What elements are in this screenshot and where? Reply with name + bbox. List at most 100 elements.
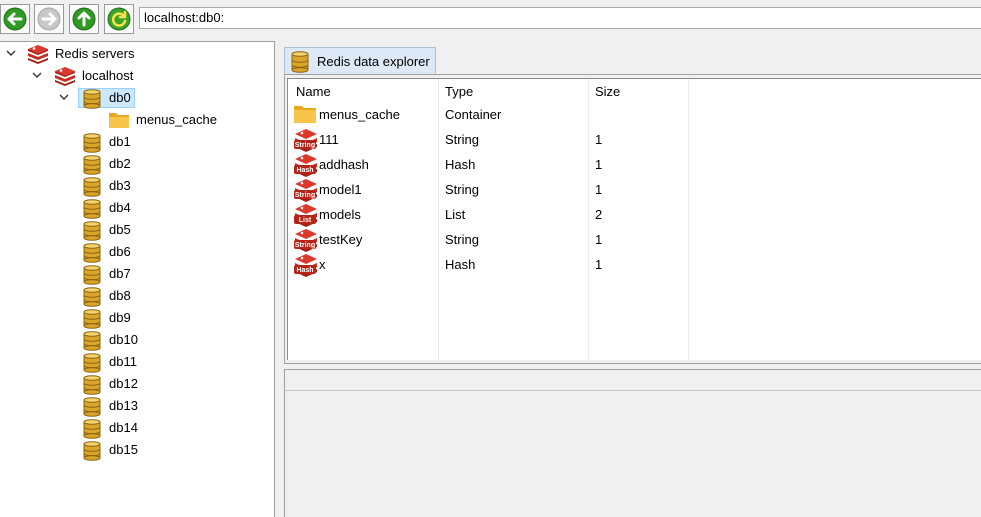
tree-node-db10[interactable]: db10	[0, 330, 270, 351]
database-icon	[83, 265, 101, 285]
tree-node-label: db8	[109, 288, 131, 303]
key-size: 1	[595, 232, 603, 247]
tree-node-db7[interactable]: db7	[0, 264, 270, 285]
tree-node-db6[interactable]: db6	[0, 242, 270, 263]
database-icon	[83, 199, 101, 219]
key-size: 1	[595, 257, 603, 272]
column-header-size[interactable]: Size	[595, 84, 620, 99]
server-tree[interactable]: Redis servers localhost db0 menus_cache …	[0, 41, 275, 517]
table-row[interactable]: String 111 String 1	[288, 128, 981, 153]
key-name: addhash	[319, 157, 369, 172]
redis-hash-icon: Hash	[294, 254, 317, 277]
folder-icon	[294, 106, 316, 123]
type-badge: Hash	[296, 267, 313, 274]
key-type: Hash	[445, 157, 476, 172]
refresh-icon	[107, 7, 131, 31]
database-icon	[83, 353, 101, 373]
database-icon	[83, 287, 101, 307]
refresh-button[interactable]	[104, 4, 134, 34]
database-icon	[291, 51, 309, 73]
back-button[interactable]	[0, 4, 30, 34]
tree-node-label: db9	[109, 310, 131, 325]
table-row[interactable]: Hash x Hash 1	[288, 253, 981, 278]
chevron-down-icon[interactable]	[6, 48, 16, 58]
tree-node-db2[interactable]: db2	[0, 154, 270, 175]
tree-node-db4[interactable]: db4	[0, 198, 270, 219]
toolbar: localhost:db0:	[0, 0, 981, 37]
key-type: String	[445, 182, 479, 197]
back-arrow-icon	[3, 7, 27, 31]
tree-node-redis-servers[interactable]: Redis servers	[0, 44, 270, 64]
tree-node-label: db0	[109, 90, 131, 105]
key-name: 111	[319, 132, 339, 147]
tree-node-db11[interactable]: db11	[0, 352, 270, 373]
table-row[interactable]: String testKey String 1	[288, 228, 981, 253]
key-name: menus_cache	[319, 107, 400, 122]
table-row[interactable]: String model1 String 1	[288, 178, 981, 203]
redis-icon	[28, 45, 48, 64]
detail-panel	[284, 369, 981, 517]
tree-node-db15[interactable]: db15	[0, 440, 270, 461]
forward-button[interactable]	[34, 4, 64, 34]
table-row[interactable]: Hash addhash Hash 1	[288, 153, 981, 178]
database-icon	[83, 89, 101, 109]
tree-node-localhost[interactable]: localhost	[0, 66, 270, 86]
table-row[interactable]: List models List 2	[288, 203, 981, 228]
database-icon	[83, 397, 101, 417]
tree-node-db9[interactable]: db9	[0, 308, 270, 329]
database-icon	[83, 133, 101, 153]
tree-node-db14[interactable]: db14	[0, 418, 270, 439]
address-bar[interactable]: localhost:db0:	[139, 7, 981, 29]
tree-node-db1[interactable]: db1	[0, 132, 270, 153]
tree-node-label: db5	[109, 222, 131, 237]
type-badge: String	[295, 142, 315, 149]
tree-node-db8[interactable]: db8	[0, 286, 270, 307]
redis-string-icon: String	[294, 229, 317, 252]
tree-node-label: db12	[109, 376, 138, 391]
redis-hash-icon: Hash	[294, 154, 317, 177]
chevron-down-icon[interactable]	[59, 92, 69, 102]
redis-list-icon: List	[294, 204, 317, 227]
database-icon	[83, 375, 101, 395]
tree-node-label: db10	[109, 332, 138, 347]
column-header-type[interactable]: Type	[445, 84, 473, 99]
tree-node-db12[interactable]: db12	[0, 374, 270, 395]
tree-node-label: db13	[109, 398, 138, 413]
key-type: Container	[445, 107, 502, 122]
table-row[interactable]: menus_cache Container	[288, 103, 981, 128]
tree-node-db0[interactable]: db0	[0, 88, 270, 109]
tree-node-label: db14	[109, 420, 138, 435]
redis-string-icon: String	[294, 179, 317, 202]
key-type: Hash	[445, 257, 476, 272]
key-type: List	[445, 207, 466, 222]
type-badge: String	[295, 192, 315, 199]
tree-node-label: db1	[109, 134, 131, 149]
tab-redis-data-explorer[interactable]: Redis data explorer	[284, 47, 436, 75]
key-size: 1	[595, 182, 603, 197]
database-icon	[83, 221, 101, 241]
tree-node-label: Redis servers	[55, 46, 135, 61]
key-size: 1	[595, 157, 603, 172]
database-icon	[83, 441, 101, 461]
up-button[interactable]	[69, 4, 99, 34]
tree-node-menus-cache[interactable]: menus_cache	[0, 110, 270, 130]
up-arrow-icon	[72, 7, 96, 31]
database-icon	[83, 309, 101, 329]
type-badge: List	[299, 217, 312, 224]
folder-icon	[109, 113, 129, 128]
redis-icon	[55, 67, 75, 86]
tree-node-db3[interactable]: db3	[0, 176, 270, 197]
keys-grid[interactable]: Name Type Size menus_cache Container Strin…	[287, 78, 981, 360]
tree-node-db13[interactable]: db13	[0, 396, 270, 417]
database-icon	[83, 243, 101, 263]
key-name: models	[319, 207, 361, 222]
tree-node-label: db6	[109, 244, 131, 259]
column-header-name[interactable]: Name	[296, 84, 331, 99]
forward-arrow-icon	[37, 7, 61, 31]
tree-node-db5[interactable]: db5	[0, 220, 270, 241]
chevron-down-icon[interactable]	[32, 70, 42, 80]
key-name: model1	[319, 182, 362, 197]
key-type: String	[445, 232, 479, 247]
database-icon	[83, 155, 101, 175]
tree-node-label: db4	[109, 200, 131, 215]
